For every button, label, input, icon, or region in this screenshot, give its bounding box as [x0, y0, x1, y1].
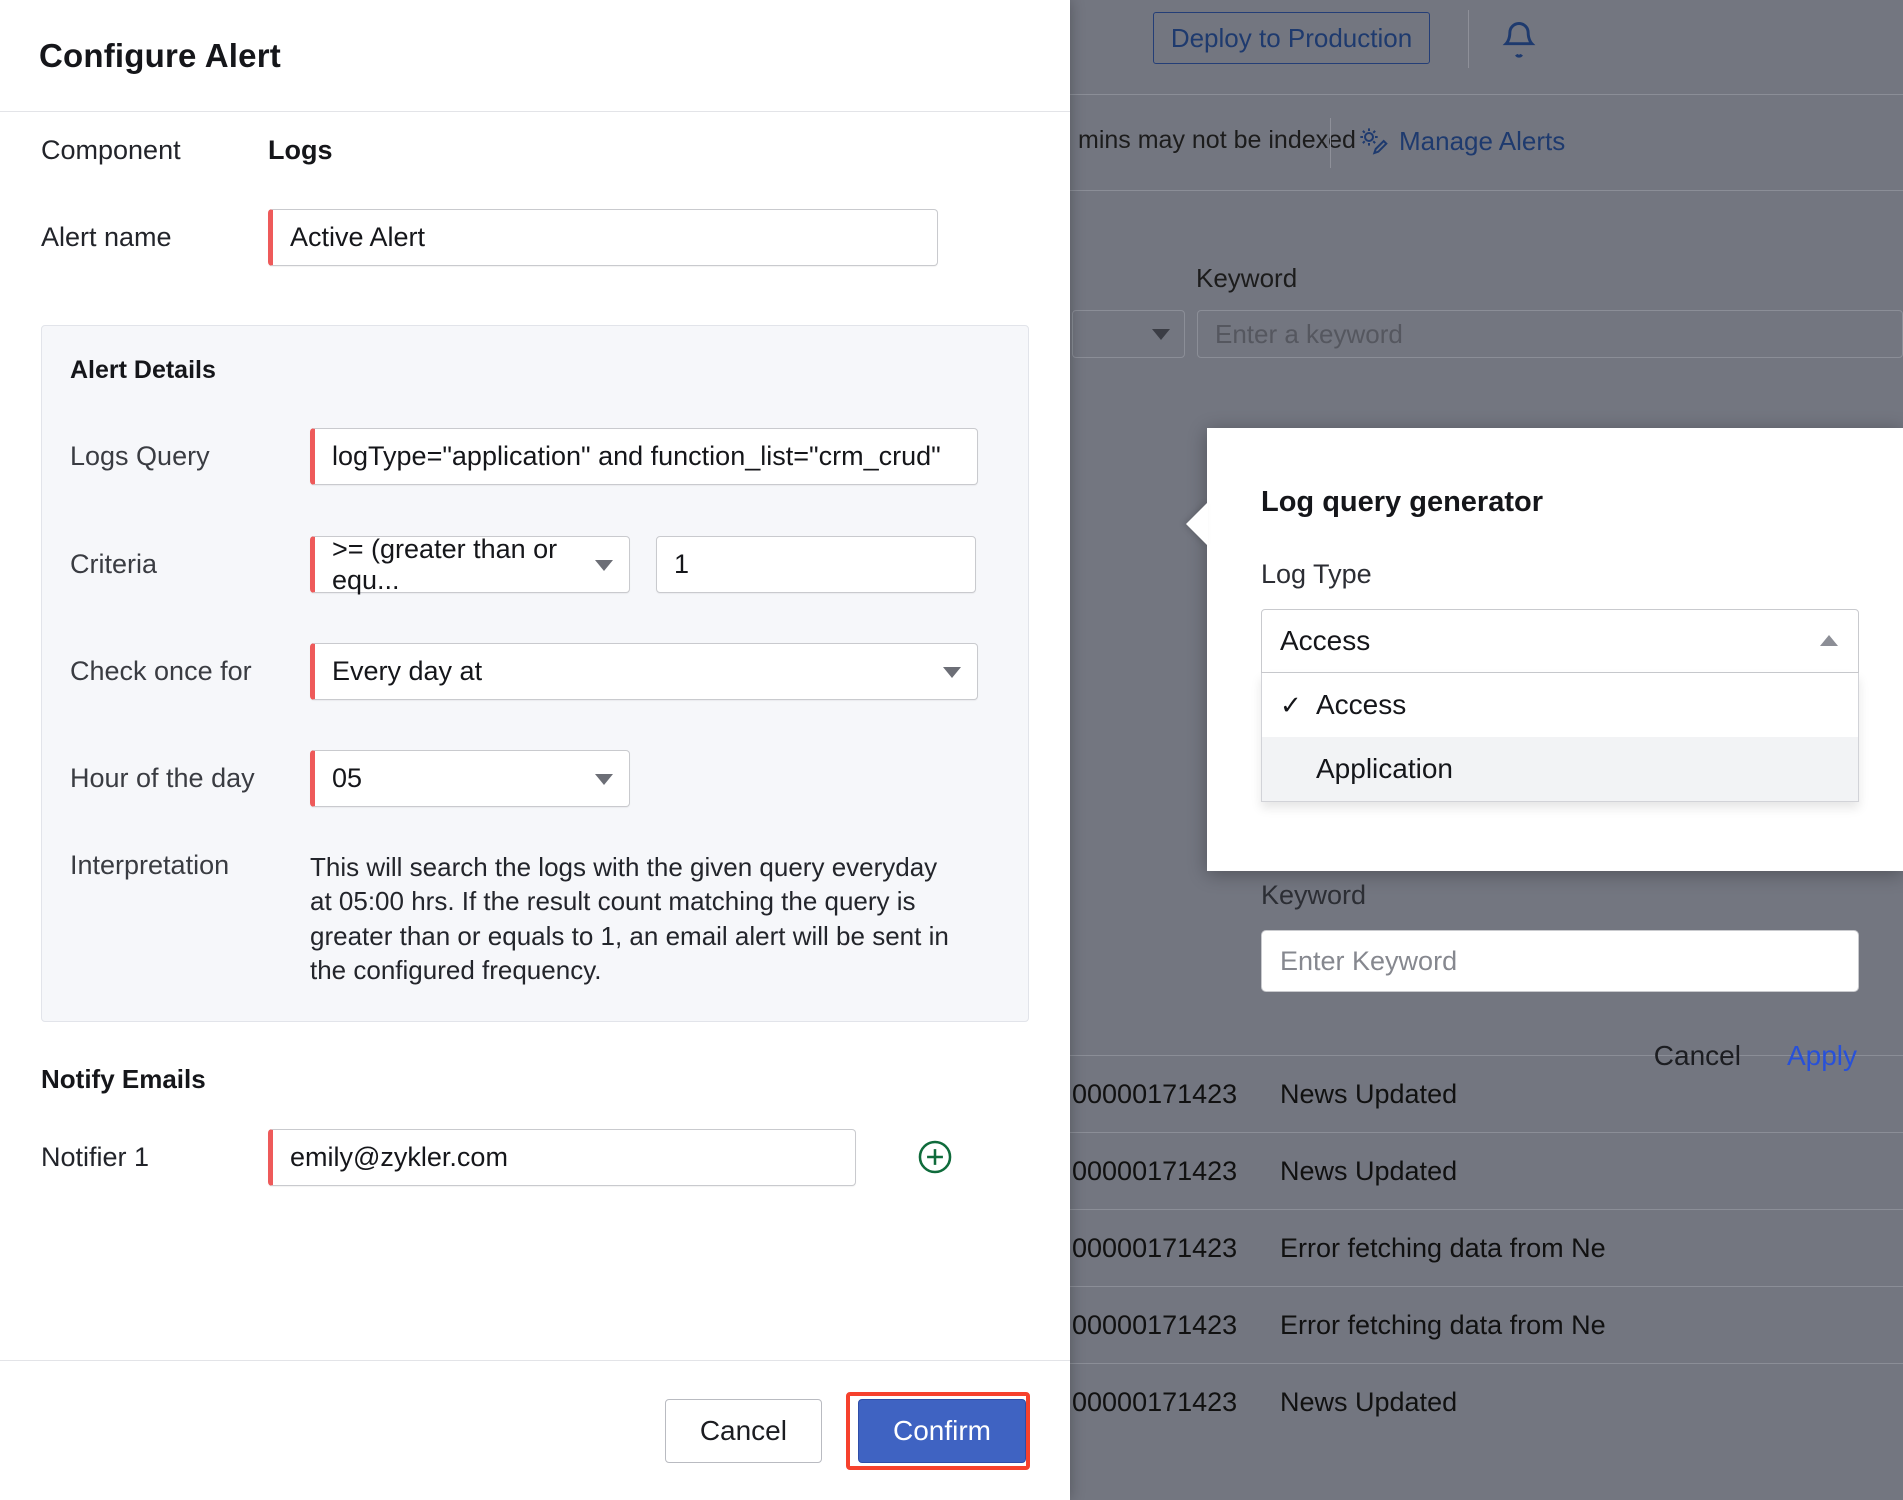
row-id: 00000171423 — [1072, 1387, 1280, 1418]
check-once-label: Check once for — [42, 656, 310, 687]
popover-cancel-button[interactable]: Cancel — [1654, 1040, 1741, 1072]
alert-name-value: Active Alert — [290, 222, 425, 253]
notifier-label: Notifier 1 — [0, 1142, 268, 1173]
notify-emails-title: Notify Emails — [0, 1064, 1070, 1095]
topbar-divider — [1468, 10, 1469, 68]
manage-alerts-link[interactable]: Manage Alerts — [1356, 125, 1565, 157]
popover-apply-button[interactable]: Apply — [1787, 1040, 1857, 1072]
alert-name-row: Alert name Active Alert — [0, 187, 1070, 287]
notifier-row: Notifier 1 emily@zykler.com — [0, 1109, 1070, 1205]
popover-title: Log query generator — [1261, 486, 1543, 519]
chevron-down-icon — [595, 774, 613, 785]
gear-pencil-icon — [1356, 125, 1390, 157]
background-keyword-label: Keyword — [1196, 263, 1297, 294]
interpretation-text: This will search the logs with the given… — [310, 850, 958, 987]
deploy-button-label: Deploy to Production — [1171, 23, 1412, 54]
background-keyword-placeholder: Enter a keyword — [1215, 319, 1403, 350]
logs-query-row: Logs Query logType="application" and fun… — [42, 401, 1028, 511]
row-id: 00000171423 — [1072, 1079, 1280, 1110]
bell-icon[interactable] — [1497, 17, 1541, 63]
confirm-button[interactable]: Confirm — [858, 1399, 1026, 1463]
popover-keyword-placeholder: Enter Keyword — [1280, 946, 1457, 977]
notifier-email-value: emily@zykler.com — [290, 1142, 508, 1173]
chevron-down-icon — [1152, 329, 1170, 340]
table-row[interactable]: 00000171423 News Updated — [1070, 1132, 1903, 1209]
chevron-down-icon — [595, 560, 613, 571]
table-row[interactable]: 00000171423 Error fetching data from Ne — [1070, 1209, 1903, 1286]
row-message: Error fetching data from Ne — [1280, 1233, 1606, 1264]
log-type-label: Log Type — [1261, 559, 1372, 590]
alert-details-card: Alert Details Logs Query logType="applic… — [41, 325, 1029, 1022]
check-once-row: Check once for Every day at — [42, 618, 1028, 725]
hour-of-day-value: 05 — [332, 763, 362, 794]
criteria-threshold-input[interactable]: 1 — [656, 536, 976, 593]
check-once-select[interactable]: Every day at — [310, 643, 978, 700]
dialog-footer: Cancel Confirm — [0, 1360, 1070, 1500]
hour-of-day-label: Hour of the day — [42, 763, 310, 794]
confirm-button-highlight: Confirm — [846, 1392, 1030, 1470]
criteria-threshold-value: 1 — [674, 549, 689, 580]
log-type-option-access[interactable]: ✓ Access — [1262, 673, 1858, 737]
log-query-generator-popover: Log query generator Log Type Access ✓ Ac… — [1207, 428, 1903, 871]
table-row[interactable]: 00000171423 News Updated — [1070, 1363, 1903, 1440]
row-message: Error fetching data from Ne — [1280, 1310, 1606, 1341]
popover-keyword-label: Keyword — [1261, 880, 1366, 911]
alert-name-label: Alert name — [0, 222, 268, 253]
log-type-options-list: ✓ Access Application — [1261, 673, 1859, 802]
configure-alert-dialog: Configure Alert Component Logs Alert nam… — [0, 0, 1070, 1500]
page-title: Configure Alert — [39, 37, 281, 75]
background-keyword-input[interactable]: Enter a keyword — [1197, 310, 1903, 358]
alert-details-title: Alert Details — [42, 356, 1028, 385]
row-id: 00000171423 — [1072, 1156, 1280, 1187]
interpretation-label: Interpretation — [42, 850, 310, 881]
component-value: Logs — [268, 135, 333, 166]
dialog-header: Configure Alert — [0, 0, 1070, 112]
notify-emails-section: Notify Emails Notifier 1 emily@zykler.co… — [0, 1064, 1070, 1205]
popover-keyword-input[interactable]: Enter Keyword — [1261, 930, 1859, 992]
log-type-option-label: Access — [1316, 689, 1406, 721]
log-type-option-application[interactable]: Application — [1262, 737, 1858, 801]
popover-actions: Cancel Apply — [1654, 1040, 1857, 1072]
component-label: Component — [0, 135, 268, 166]
row-message: News Updated — [1280, 1079, 1457, 1110]
confirm-button-label: Confirm — [893, 1415, 991, 1447]
check-once-value: Every day at — [332, 656, 482, 687]
check-icon: ✓ — [1280, 690, 1310, 721]
criteria-label: Criteria — [42, 549, 310, 580]
criteria-operator-value: >= (greater than or equ... — [332, 534, 629, 596]
logs-query-label: Logs Query — [42, 441, 310, 472]
row-message: News Updated — [1280, 1156, 1457, 1187]
cancel-button[interactable]: Cancel — [665, 1399, 822, 1463]
background-log-table: 00000171423 News Updated 00000171423 New… — [1070, 1055, 1903, 1500]
index-note: mins may not be indexed — [1078, 126, 1356, 155]
log-type-value: Access — [1280, 625, 1370, 657]
logs-query-value: logType="application" and function_list=… — [332, 441, 941, 472]
log-type-select[interactable]: Access — [1261, 609, 1859, 673]
cancel-button-label: Cancel — [700, 1415, 787, 1447]
manage-alerts-label: Manage Alerts — [1399, 126, 1565, 157]
log-type-option-label: Application — [1316, 753, 1453, 785]
hour-of-day-select[interactable]: 05 — [310, 750, 630, 807]
table-row[interactable]: 00000171423 Error fetching data from Ne — [1070, 1286, 1903, 1363]
row-message: News Updated — [1280, 1387, 1457, 1418]
component-row: Component Logs — [0, 113, 1070, 187]
alert-name-input[interactable]: Active Alert — [268, 209, 938, 266]
deploy-to-production-button[interactable]: Deploy to Production — [1153, 12, 1430, 64]
interpretation-row: Interpretation This will search the logs… — [42, 850, 1028, 987]
popover-arrow — [1186, 502, 1208, 546]
subbar-divider — [1330, 118, 1331, 168]
chevron-up-icon — [1820, 635, 1838, 646]
criteria-row: Criteria >= (greater than or equ... 1 — [42, 511, 1028, 618]
background-filter-select[interactable] — [1072, 310, 1185, 358]
screen-root: Deploy to Production mins may not be ind… — [0, 0, 1903, 1500]
hour-of-day-row: Hour of the day 05 — [42, 725, 1028, 832]
chevron-down-icon — [943, 667, 961, 678]
dialog-body: Component Logs Alert name Active Alert A… — [0, 113, 1070, 1360]
notifier-email-input[interactable]: emily@zykler.com — [268, 1129, 856, 1186]
add-notifier-button[interactable] — [916, 1138, 954, 1176]
row-id: 00000171423 — [1072, 1233, 1280, 1264]
criteria-operator-select[interactable]: >= (greater than or equ... — [310, 536, 630, 593]
logs-query-input[interactable]: logType="application" and function_list=… — [310, 428, 978, 485]
row-id: 00000171423 — [1072, 1310, 1280, 1341]
